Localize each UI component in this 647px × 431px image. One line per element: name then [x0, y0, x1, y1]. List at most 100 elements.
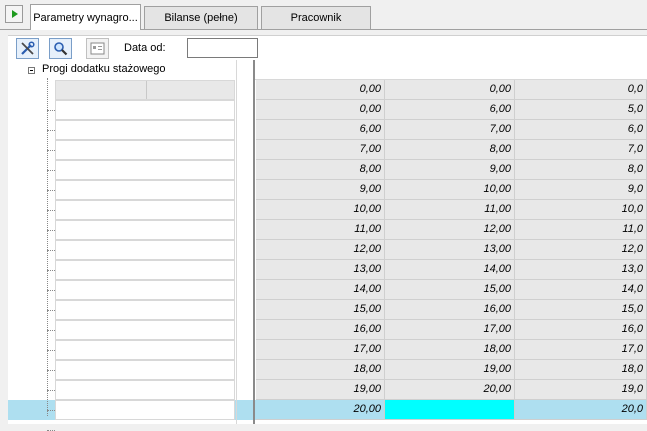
table-cell[interactable]: 15,00 [385, 280, 515, 300]
date-from-label: Data od: [124, 42, 166, 54]
magnifier-icon [54, 42, 68, 56]
table-cell[interactable]: 8,0 [515, 160, 647, 180]
tree-connector [47, 330, 55, 331]
tree-connector [47, 290, 55, 291]
table-cell[interactable]: 19,00 [385, 360, 515, 380]
table-cell[interactable]: 6,00 [256, 120, 385, 140]
collapse-icon[interactable] [28, 67, 35, 74]
tree-connector [47, 250, 55, 251]
tree-connector [47, 150, 55, 151]
table-cell[interactable]: 12,0 [515, 240, 647, 260]
table-cell[interactable]: 11,00 [385, 200, 515, 220]
table-cell[interactable]: 12,00 [385, 220, 515, 240]
run-button[interactable] [5, 5, 23, 23]
tree-row[interactable] [55, 100, 235, 120]
tab-bilanse[interactable]: Bilanse (pełne) [144, 6, 258, 29]
table-cell[interactable]: 20,00 [256, 400, 385, 420]
table-cell[interactable]: 12,00 [256, 240, 385, 260]
table-cell[interactable]: 9,00 [385, 160, 515, 180]
tree-row[interactable] [55, 240, 235, 260]
table-cell[interactable]: 10,0 [515, 200, 647, 220]
table-cell[interactable]: 15,0 [515, 300, 647, 320]
table-cell[interactable]: 17,0 [515, 340, 647, 360]
tree-connector [47, 310, 55, 311]
tools-button[interactable] [16, 38, 39, 59]
tree-node-progi[interactable]: Progi dodatku stażowego [42, 63, 166, 75]
table-cell[interactable]: 20,00 [385, 380, 515, 400]
tree-row[interactable] [55, 320, 235, 340]
table-cell[interactable]: 19,0 [515, 380, 647, 400]
tree-row[interactable] [55, 220, 235, 240]
tree-row[interactable] [55, 180, 235, 200]
table-cell[interactable]: 7,00 [385, 120, 515, 140]
table-cell[interactable]: 7,0 [515, 140, 647, 160]
tree-connector [47, 110, 55, 111]
table-cell[interactable]: 18,00 [385, 340, 515, 360]
tab-pracownik[interactable]: Pracownik [261, 6, 371, 29]
play-icon [12, 10, 18, 18]
tree-row[interactable] [55, 140, 235, 160]
table-cell[interactable]: 20,0 [515, 400, 647, 420]
table-cell[interactable]: 0,00 [256, 100, 385, 120]
table-cell[interactable]: 8,00 [256, 160, 385, 180]
tree-connector [47, 410, 55, 411]
table-cell[interactable]: 18,00 [256, 360, 385, 380]
table-cell[interactable]: 9,00 [256, 180, 385, 200]
calendar-button[interactable] [86, 38, 109, 59]
tree-panel: Progi dodatku stażowego [8, 60, 255, 431]
table-cell[interactable]: 10,00 [385, 180, 515, 200]
table-cell[interactable] [385, 400, 515, 420]
tree-line [47, 78, 48, 416]
tree-row[interactable] [55, 300, 235, 320]
table-cell[interactable]: 13,00 [385, 240, 515, 260]
table-cell[interactable]: 16,00 [256, 320, 385, 340]
table-cell[interactable]: 6,00 [385, 100, 515, 120]
table-cell[interactable]: 9,0 [515, 180, 647, 200]
tree-row[interactable] [55, 400, 235, 420]
table-cell[interactable]: 13,00 [256, 260, 385, 280]
table-cell[interactable]: 19,00 [256, 380, 385, 400]
table-cell[interactable]: 14,0 [515, 280, 647, 300]
table-cell[interactable]: 11,0 [515, 220, 647, 240]
right-header [255, 60, 647, 80]
table-cell[interactable]: 14,00 [256, 280, 385, 300]
table-cell[interactable]: 13,0 [515, 260, 647, 280]
tab-parametry-wynagrodzen[interactable]: Parametry wynagro... [30, 4, 141, 30]
tree-header-row [55, 80, 235, 100]
table-cell[interactable]: 7,00 [256, 140, 385, 160]
table-cell[interactable]: 0,00 [385, 80, 515, 100]
tree-row[interactable] [55, 260, 235, 280]
table-cell[interactable]: 16,0 [515, 320, 647, 340]
table-cell[interactable]: 15,00 [256, 300, 385, 320]
toolbar: Data od: [8, 35, 647, 61]
tab-bar: Parametry wynagro... Bilanse (pełne) Pra… [0, 0, 647, 30]
tree-row[interactable] [55, 160, 235, 180]
search-button[interactable] [49, 38, 72, 59]
tree-connector [47, 170, 55, 171]
tree-row[interactable] [55, 280, 235, 300]
table-cell[interactable]: 16,00 [385, 300, 515, 320]
table-cell[interactable]: 18,0 [515, 360, 647, 380]
table-cell[interactable]: 17,00 [256, 340, 385, 360]
table-cell[interactable]: 5,0 [515, 100, 647, 120]
calendar-icon [90, 42, 105, 55]
tree-row[interactable] [55, 380, 235, 400]
table-cell[interactable]: 0,00 [256, 80, 385, 100]
tree-row[interactable] [55, 340, 235, 360]
table-cell[interactable]: 11,00 [256, 220, 385, 240]
table-cell[interactable]: 8,00 [385, 140, 515, 160]
tree-connector [47, 270, 55, 271]
tree-connector [47, 210, 55, 211]
tree-connector [47, 230, 55, 231]
table-cell[interactable]: 6,0 [515, 120, 647, 140]
table-cell[interactable]: 10,00 [256, 200, 385, 220]
tree-row[interactable] [55, 360, 235, 380]
table-cell[interactable]: 0,0 [515, 80, 647, 100]
tree-connector [47, 350, 55, 351]
tree-row[interactable] [55, 120, 235, 140]
tree-side-column [236, 60, 254, 424]
table-cell[interactable]: 17,00 [385, 320, 515, 340]
table-cell[interactable]: 14,00 [385, 260, 515, 280]
tree-row[interactable] [55, 200, 235, 220]
date-from-input[interactable] [187, 38, 258, 58]
